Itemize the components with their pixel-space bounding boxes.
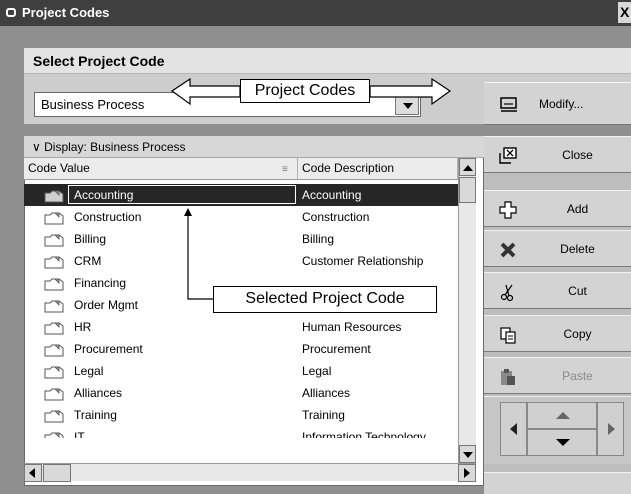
code-folder-icon	[44, 432, 64, 438]
code-folder-icon	[44, 388, 64, 401]
scroll-down-button[interactable]	[459, 445, 476, 463]
delete-icon	[500, 242, 516, 258]
code-value-cell: Training	[74, 408, 117, 422]
code-folder-icon	[44, 278, 64, 291]
list-item[interactable]: Procurement Procurement	[24, 338, 458, 360]
code-folder-icon	[44, 410, 64, 423]
code-value-cell: Financing	[74, 276, 127, 290]
list-item[interactable]: IT Information Technology	[24, 426, 458, 438]
list-item[interactable]: CRM Customer Relationship	[24, 250, 458, 272]
combo-dropdown-button[interactable]	[395, 94, 419, 115]
delete-button[interactable]: Delete	[484, 230, 631, 267]
close-icon	[499, 147, 517, 164]
list-item[interactable]: HR Human Resources	[24, 316, 458, 338]
cut-label: Cut	[568, 284, 587, 298]
move-left-button[interactable]	[500, 402, 527, 456]
title-bar: Project Codes X	[0, 0, 631, 26]
scroll-up-button[interactable]	[459, 158, 476, 176]
move-up-button[interactable]	[527, 402, 597, 429]
code-value-cell: Order Mgmt	[74, 298, 139, 312]
code-folder-icon	[44, 300, 64, 313]
horizontal-scroll-thumb[interactable]	[43, 464, 71, 482]
cut-button[interactable]: Cut	[484, 272, 631, 309]
project-code-combo-value: Business Process	[41, 97, 145, 112]
close-label: Close	[562, 148, 593, 162]
move-right-button[interactable]	[597, 402, 624, 456]
copy-button[interactable]: Copy	[484, 315, 631, 352]
vertical-scroll-thumb[interactable]	[459, 177, 476, 203]
delete-label: Delete	[560, 242, 595, 256]
scroll-right-button[interactable]	[458, 464, 476, 482]
copy-label: Copy	[563, 327, 592, 341]
code-description-cell: Training	[302, 408, 345, 422]
code-description-cell: Legal	[302, 364, 332, 378]
code-description-cell: Alliances	[302, 386, 351, 400]
modify-label: Modify...	[539, 97, 584, 111]
modify-icon	[500, 97, 517, 112]
add-icon	[499, 201, 517, 219]
list-item[interactable]: Construction Construction	[24, 206, 458, 228]
code-description-cell: Construction	[302, 210, 370, 224]
modify-button[interactable]: Modify...	[484, 82, 631, 125]
code-folder-icon	[44, 190, 64, 203]
window-title: Project Codes	[22, 5, 110, 20]
code-folder-icon	[44, 234, 64, 247]
vertical-scrollbar[interactable]	[458, 158, 476, 463]
add-label: Add	[566, 202, 589, 216]
callout-project-codes: Project Codes	[240, 79, 370, 103]
col-header-code-description[interactable]: Code Description	[298, 158, 458, 180]
list-item[interactable]: Alliances Alliances	[24, 382, 458, 404]
window-icon	[6, 8, 16, 17]
list-item[interactable]: Training Training	[24, 404, 458, 426]
paste-label: Paste	[562, 369, 593, 383]
code-folder-icon	[44, 322, 64, 335]
more-button[interactable]	[484, 472, 631, 494]
callout-selected-project-code: Selected Project Code	[213, 286, 437, 313]
move-down-button[interactable]	[527, 429, 597, 456]
code-description-cell: Information Technology	[302, 430, 426, 438]
code-value-cell: Legal	[74, 364, 104, 378]
copy-icon	[500, 327, 516, 344]
code-folder-icon	[44, 344, 64, 357]
code-value-cell: Construction	[74, 210, 142, 224]
code-value-cell: HR	[74, 320, 92, 334]
scissors-icon	[500, 284, 514, 302]
code-value-cell: Alliances	[74, 386, 123, 400]
paste-button[interactable]: Paste	[484, 357, 631, 394]
list-item[interactable]: Accounting Accounting	[24, 184, 458, 206]
code-value-cell: Accounting	[74, 188, 134, 202]
code-value-cell: CRM	[74, 254, 102, 268]
code-value-cell: IT	[74, 430, 85, 438]
code-description-cell: Billing	[302, 232, 335, 246]
group-header[interactable]: ∨ Display: Business Process	[24, 136, 484, 158]
col-header-code-value[interactable]: Code Value	[24, 158, 298, 180]
column-resize-grip[interactable]: ≡	[282, 164, 288, 175]
code-description-cell: Procurement	[302, 342, 371, 356]
code-value-cell: Billing	[74, 232, 107, 246]
scroll-left-button[interactable]	[24, 464, 42, 482]
code-folder-icon	[44, 256, 64, 269]
list-item[interactable]: Legal Legal	[24, 360, 458, 382]
code-folder-icon	[44, 212, 64, 225]
code-description-cell: Customer Relationship	[302, 254, 424, 268]
add-button[interactable]: Add	[484, 190, 631, 227]
window-close-button[interactable]: X	[618, 2, 631, 23]
horizontal-scrollbar[interactable]	[24, 463, 476, 482]
code-value-cell: Procurement	[74, 342, 143, 356]
close-button[interactable]: Close	[484, 136, 631, 173]
code-folder-icon	[44, 366, 64, 379]
code-description-cell: Accounting	[302, 188, 362, 202]
section-title: Select Project Code	[24, 48, 631, 74]
code-description-cell: Human Resources	[302, 320, 402, 334]
paste-icon	[501, 369, 515, 385]
list-item[interactable]: Billing Billing	[24, 228, 458, 250]
